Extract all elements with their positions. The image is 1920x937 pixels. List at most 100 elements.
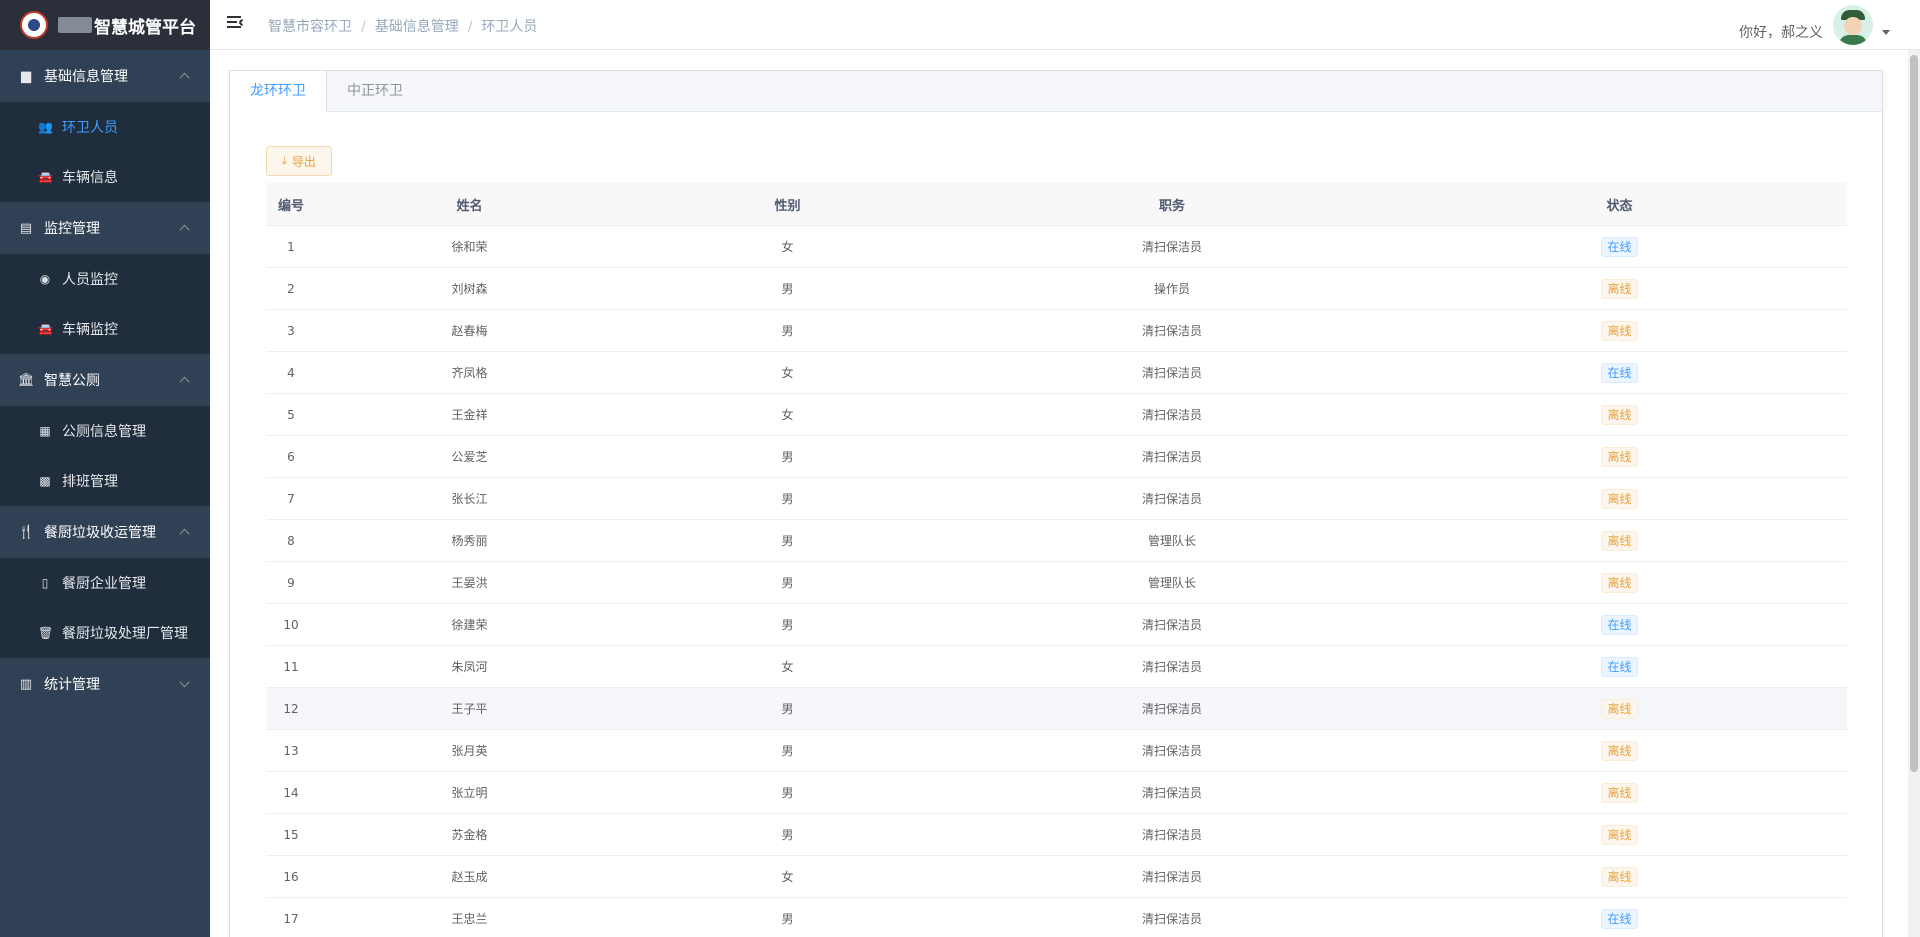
table-row[interactable]: 14 张立明男清扫保洁员 离线 [266,771,1847,814]
cell-status: 离线 [1392,267,1847,310]
cell-name: 公爱芝 [316,435,623,478]
table-row[interactable]: 8 杨秀丽男管理队长 离线 [266,519,1847,562]
brand-title: 智慧城管平台 [94,17,196,38]
logo-emblem-icon [20,11,48,39]
sidebar-group-3[interactable]: 🍴 餐厨垃圾收运管理 [0,506,210,558]
sidebar-group-4[interactable]: ▥ 统计管理 [0,658,210,710]
sidebar-item-3-1[interactable]: 🗑 餐厨垃圾处理厂管理 [0,608,210,658]
cell-name: 王忠兰 [316,897,623,937]
cell-id: 5 [266,393,316,436]
cell-position: 管理队长 [952,561,1392,604]
sidebar-group-label: 监控管理 [44,221,100,237]
chevron-up-icon [179,528,190,539]
table-row[interactable]: 9 王晏洪男管理队长 离线 [266,561,1847,604]
page-scrollbar[interactable] [1908,50,1920,937]
sidebar-item-label: 排班管理 [62,474,118,490]
sidebar-item-1-0[interactable]: ◉ 人员监控 [0,254,210,304]
sidebar-group-0[interactable]: ▆ 基础信息管理 [0,50,210,102]
cell-id: 15 [266,813,316,856]
tab-longhuan[interactable]: 龙环环卫 [230,71,327,112]
status-badge: 离线 [1601,320,1638,341]
cell-gender: 女 [623,645,952,688]
table-row[interactable]: 5 王金祥女清扫保洁员 离线 [266,393,1847,436]
table-row[interactable]: 3 赵春梅男清扫保洁员 离线 [266,309,1847,352]
table-row[interactable]: 10 徐建荣男清扫保洁员 在线 [266,603,1847,646]
table-row[interactable]: 16 赵玉成女清扫保洁员 离线 [266,855,1847,898]
cell-position: 清扫保洁员 [952,351,1392,394]
user-circle-icon: ◉ [39,272,51,286]
table-row[interactable]: 17 王忠兰男清扫保洁员 在线 [266,897,1847,937]
chevron-up-icon [179,376,190,387]
table-row[interactable]: 6 公爱芝男清扫保洁员 离线 [266,435,1847,478]
sidebar-group-2[interactable]: 🏛 智慧公厕 [0,354,210,406]
cell-id: 2 [266,267,316,310]
sidebar-item-label: 车辆监控 [62,322,118,338]
sidebar-item-0-1[interactable]: 🚘 车辆信息 [0,152,210,202]
cell-position: 清扫保洁员 [952,645,1392,688]
cell-gender: 女 [623,351,952,394]
cell-id: 10 [266,603,316,646]
cell-status: 离线 [1392,519,1847,562]
table-row[interactable]: 11 朱凤河女清扫保洁员 在线 [266,645,1847,688]
avatar[interactable] [1833,5,1873,45]
sidebar-item-0-0[interactable]: 👥 环卫人员 [0,102,210,152]
cell-position: 管理队长 [952,519,1392,562]
sidebar: 智慧城管平台 ▆ 基础信息管理 👥 环卫人员 🚘 车辆信息 ▤ 监控管理 ◉ 人员监控 🚘 车辆监控 🏛… [0,0,210,937]
sidebar-item-2-0[interactable]: ▦ 公厕信息管理 [0,406,210,456]
scrollbar-thumb[interactable] [1910,55,1918,772]
cell-name: 王晏洪 [316,561,623,604]
table-row[interactable]: 12 王子平男清扫保洁员 离线 [266,687,1847,730]
trash-icon: 🗑 [38,626,54,640]
table-row[interactable]: 15 苏金格男清扫保洁员 离线 [266,813,1847,856]
navbar: 智慧市容环卫 / 基础信息管理 / 环卫人员 你好，郝之义 [210,0,1920,50]
cell-status: 在线 [1392,645,1847,688]
sidebar-group-1[interactable]: ▤ 监控管理 [0,202,210,254]
table-row[interactable]: 13 张月英男清扫保洁员 离线 [266,729,1847,772]
cell-name: 杨秀丽 [316,519,623,562]
table-row[interactable]: 1 徐和荣女清扫保洁员 在线 [266,225,1847,268]
brand: 智慧城管平台 [0,0,210,50]
tab-zhongzheng[interactable]: 中正环卫 [327,71,423,111]
sidebar-group-label: 智慧公厕 [44,373,100,389]
cutlery-icon: 🍴 [18,524,35,540]
breadcrumb: 智慧市容环卫 / 基础信息管理 / 环卫人员 [268,19,538,35]
breadcrumb-item[interactable]: 基础信息管理 [375,19,459,35]
brand-redacted-text [58,17,92,33]
tab-bar: 龙环环卫 中正环卫 [230,71,1882,112]
sidebar-item-2-1[interactable]: ▩ 排班管理 [0,456,210,506]
cell-position: 清扫保洁员 [952,729,1392,772]
cell-status: 在线 [1392,351,1847,394]
status-badge: 在线 [1601,614,1638,635]
table-row[interactable]: 7 张长江男清扫保洁员 离线 [266,477,1847,520]
cell-status: 在线 [1392,897,1847,937]
export-button[interactable]: ⤓ 导出 [266,146,332,176]
table-header: 编号 姓名 性别 职务 状态 [266,183,1847,226]
hamburger-icon[interactable] [227,16,244,30]
cell-position: 清扫保洁员 [952,897,1392,937]
calendar-icon: ▩ [39,474,51,488]
sidebar-item-1-1[interactable]: 🚘 车辆监控 [0,304,210,354]
cell-status: 在线 [1392,603,1847,646]
briefcase-icon: ▆ [21,68,31,84]
cell-id: 3 [266,309,316,352]
cell-name: 赵玉成 [316,855,623,898]
cell-status: 离线 [1392,309,1847,352]
cell-name: 苏金格 [316,813,623,856]
car-icon: 🚘 [38,322,53,336]
table-row[interactable]: 2 刘树森男操作员 离线 [266,267,1847,310]
caret-down-icon[interactable] [1882,30,1890,35]
sidebar-item-label: 餐厨企业管理 [62,576,146,592]
cell-status: 离线 [1392,393,1847,436]
table-row[interactable]: 4 齐凤格女清扫保洁员 在线 [266,351,1847,394]
cell-gender: 女 [623,855,952,898]
sidebar-item-3-0[interactable]: ▯ 餐厨企业管理 [0,558,210,608]
cell-id: 16 [266,855,316,898]
building-icon: ▯ [41,576,49,590]
status-badge: 离线 [1601,488,1638,509]
sidebar-item-label: 餐厨垃圾处理厂管理 [62,626,188,642]
cell-name: 朱凤河 [316,645,623,688]
status-badge: 离线 [1601,740,1638,761]
breadcrumb-item[interactable]: 智慧市容环卫 [268,19,352,35]
download-icon: ⤓ [282,154,287,167]
cell-name: 徐和荣 [316,225,623,268]
